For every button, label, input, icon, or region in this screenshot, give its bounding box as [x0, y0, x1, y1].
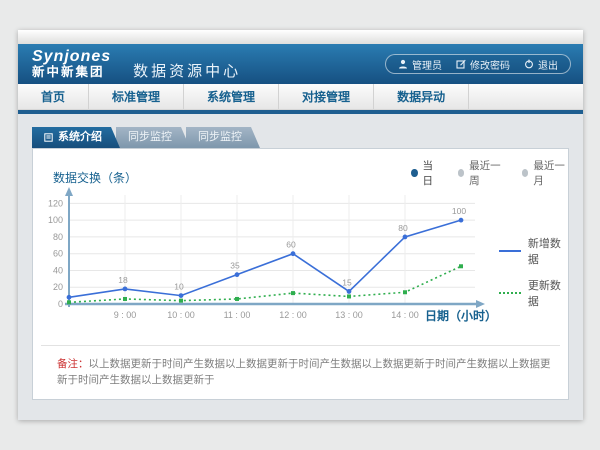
- tab-bar: 系统介绍 同步监控 同步监控: [32, 127, 256, 148]
- legend-label: 更新数据: [528, 277, 568, 309]
- svg-text:60: 60: [53, 249, 63, 259]
- svg-text:15: 15: [342, 277, 352, 287]
- tab-label: 同步监控: [128, 127, 172, 148]
- app-window: Synjones 新中新集团 数据资源中心 管理员 修改密码 退出: [18, 30, 583, 420]
- dotted-line-icon: [499, 292, 521, 294]
- page-title: 数据资源中心: [133, 60, 241, 81]
- document-icon: [44, 133, 53, 142]
- logout-button[interactable]: 退出: [524, 57, 558, 72]
- brand-logo: Synjones 新中新集团: [32, 49, 111, 79]
- nav-item-home[interactable]: 首页: [18, 84, 89, 109]
- nav-item-system-mgmt[interactable]: 系统管理: [184, 84, 279, 109]
- legend-item-new-data: 新增数据: [499, 235, 568, 267]
- brand-logo-text: Synjones: [32, 49, 111, 66]
- edit-icon: [456, 59, 466, 69]
- svg-text:10: 10: [174, 282, 184, 292]
- tab-label: 同步监控: [198, 127, 242, 148]
- svg-text:11 : 00: 11 : 00: [224, 310, 251, 320]
- app-header: Synjones 新中新集团 数据资源中心 管理员 修改密码 退出: [18, 44, 583, 84]
- svg-text:100: 100: [48, 215, 63, 225]
- brand-logo-subtext: 新中新集团: [32, 66, 111, 79]
- svg-text:18: 18: [118, 275, 128, 285]
- nav-item-standard-mgmt[interactable]: 标准管理: [89, 84, 184, 109]
- window-top-strip: [18, 30, 583, 44]
- chart-panel: 当日 最近一周 最近一月 数据交换（条） 0 20 40 60 80 100 120 9 : …: [32, 148, 569, 400]
- time-filter-label: 最近一月: [533, 158, 568, 188]
- change-password-button[interactable]: 修改密码: [456, 57, 510, 72]
- nav-item-data-change[interactable]: 数据异动: [374, 84, 469, 109]
- tab-label: 系统介绍: [58, 127, 102, 148]
- svg-text:14 : 00: 14 : 00: [391, 310, 419, 320]
- time-filter-label: 最近一周: [469, 158, 504, 188]
- radio-dot-icon: [522, 169, 529, 177]
- svg-text:12 : 00: 12 : 00: [279, 310, 307, 320]
- change-password-label: 修改密码: [470, 57, 510, 72]
- svg-text:20: 20: [53, 282, 63, 292]
- user-toolbar: 管理员 修改密码 退出: [385, 54, 571, 74]
- svg-text:日期（小时）: 日期（小时）: [425, 308, 497, 323]
- svg-text:40: 40: [53, 265, 63, 275]
- time-filter-group: 当日 最近一周 最近一月: [411, 158, 568, 188]
- chart-legend: 新增数据 更新数据: [499, 235, 568, 309]
- line-chart: 0 20 40 60 80 100 120 9 : 00 10 : 00 11 : 00 12 : …: [33, 185, 569, 335]
- tab-sync-monitor-1[interactable]: 同步监控: [116, 127, 190, 148]
- solid-line-icon: [499, 250, 521, 252]
- current-user-label: 管理员: [412, 57, 442, 72]
- user-icon: [398, 59, 408, 69]
- time-filter-label: 当日: [423, 158, 440, 188]
- footer-note: 备注：以上数据更新于时间产生数据以上数据更新于时间产生数据以上数据更新于时间产生…: [57, 357, 554, 389]
- svg-text:100: 100: [452, 206, 466, 216]
- current-user-button[interactable]: 管理员: [398, 57, 442, 72]
- radio-dot-icon: [411, 169, 418, 177]
- content-area: 系统介绍 同步监控 同步监控 当日 最近一周: [18, 114, 583, 420]
- legend-label: 新增数据: [528, 235, 568, 267]
- panel-divider: [41, 345, 560, 346]
- nav-item-interface-mgmt[interactable]: 对接管理: [279, 84, 374, 109]
- tab-sync-monitor-2[interactable]: 同步监控: [186, 127, 260, 148]
- power-icon: [524, 59, 534, 69]
- time-filter-option[interactable]: 最近一月: [522, 158, 568, 188]
- svg-text:80: 80: [53, 232, 63, 242]
- footer-note-prefix: 备注：: [57, 358, 89, 370]
- svg-text:60: 60: [286, 240, 296, 250]
- svg-text:80: 80: [398, 223, 408, 233]
- svg-text:10 : 00: 10 : 00: [167, 310, 195, 320]
- y-axis-title: 数据交换（条）: [53, 169, 137, 186]
- legend-item-updated-data: 更新数据: [499, 277, 568, 309]
- footer-note-text: 以上数据更新于时间产生数据以上数据更新于时间产生数据以上数据更新于时间产生数据以…: [57, 358, 551, 386]
- radio-dot-icon: [458, 169, 465, 177]
- svg-text:120: 120: [48, 198, 63, 208]
- time-filter-option[interactable]: 当日: [411, 158, 440, 188]
- time-filter-option[interactable]: 最近一周: [458, 158, 504, 188]
- svg-text:35: 35: [230, 261, 240, 271]
- tab-system-intro[interactable]: 系统介绍: [32, 127, 120, 148]
- svg-text:9 : 00: 9 : 00: [114, 310, 137, 320]
- main-nav: 首页 标准管理 系统管理 对接管理 数据异动: [18, 84, 583, 110]
- svg-text:13 : 00: 13 : 00: [335, 310, 363, 320]
- svg-text:0: 0: [58, 299, 63, 309]
- logout-label: 退出: [538, 57, 558, 72]
